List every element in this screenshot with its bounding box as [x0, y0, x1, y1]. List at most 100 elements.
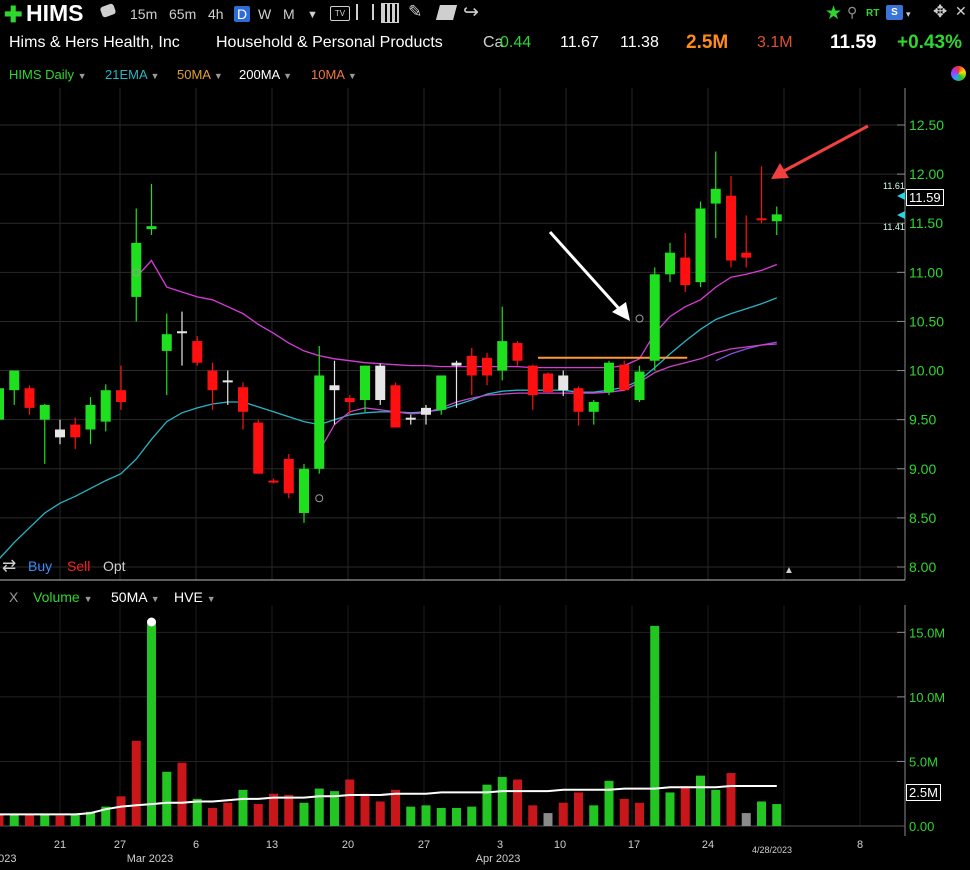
trade-arrows-icon[interactable]: ⇄: [2, 556, 16, 576]
volume-tick-label: 5.0M: [909, 754, 938, 769]
volume-study[interactable]: Volume ▼: [33, 589, 93, 605]
volume-bar: [497, 776, 507, 826]
volume-ma-label: 50MA: [111, 589, 147, 605]
options-button[interactable]: Opt: [103, 558, 126, 574]
candle-body: [680, 257, 691, 286]
volume-bar: [238, 789, 248, 826]
date-tick-label: 24: [702, 839, 714, 851]
candle-body: [436, 375, 447, 410]
volume-bar: [604, 780, 614, 826]
volume-bar: [467, 806, 477, 826]
candle-body: [634, 371, 645, 401]
volume-bar: [55, 815, 65, 826]
volume-bar: [772, 804, 782, 826]
date-tick-label: 10: [554, 839, 566, 851]
volume-bar: [528, 805, 538, 826]
price-grid: [0, 88, 905, 580]
volume-bar: [25, 814, 34, 826]
candle-body: [39, 404, 50, 420]
date-tick-label: Apr 2023: [476, 853, 521, 865]
remove-volume-icon[interactable]: X: [9, 589, 18, 605]
price-tick-label: 12.00: [909, 166, 944, 182]
volume-bar: [116, 796, 126, 826]
volume-bar: [482, 784, 492, 826]
date-tick-label: 27: [114, 839, 126, 851]
volume-tick-label: 15.0M: [909, 625, 945, 640]
candle-body: [299, 468, 309, 513]
volume-bar: [131, 740, 141, 826]
volume-bar: [208, 807, 217, 826]
candle-body: [283, 458, 294, 494]
collapse-pane-icon[interactable]: ▲: [784, 565, 794, 576]
hve-dropdown-icon[interactable]: ▼: [207, 594, 216, 604]
candle-body: [85, 404, 96, 430]
volume-bar: [314, 788, 324, 826]
candle-body: [131, 242, 142, 297]
date-tick-label: 13: [266, 839, 278, 851]
volume-study-dropdown-icon[interactable]: ▼: [84, 594, 93, 604]
price-tick-label: 12.50: [909, 117, 944, 133]
candle-body: [451, 362, 462, 366]
volume-bar: [741, 813, 751, 826]
price-tick-label: 8.50: [909, 510, 936, 526]
volume-ma-study[interactable]: 50MA ▼: [111, 589, 160, 605]
candle-body: [344, 398, 355, 402]
candle-body: [421, 407, 431, 415]
chart-canvas: 12.50 12.00 11.50 11.00 10.50 10.00 9.50 9.00 8.…: [0, 88, 945, 865]
volume-bar: [70, 814, 80, 826]
candle-body: [390, 385, 401, 428]
volume-bar: [284, 795, 294, 826]
candle-body: [360, 365, 370, 401]
candle-body: [9, 370, 20, 391]
date-tick-label: 6: [193, 839, 199, 851]
candle-body: [192, 341, 203, 363]
volume-bar: [665, 792, 675, 826]
price-tick-label: 8.00: [909, 559, 936, 575]
volume-bar: [406, 806, 416, 826]
candle-body: [665, 252, 675, 275]
candle-body: [497, 341, 508, 371]
candle-body: [207, 370, 218, 391]
date-axis: 20232127Mar 202361320273Apr 20231017244/…: [0, 839, 863, 865]
candle-body: [375, 365, 386, 401]
volume-bar: [513, 779, 522, 826]
date-tick-label: Mar 2023: [127, 853, 173, 865]
volume-bars: [0, 617, 782, 826]
hve-study[interactable]: HVE ▼: [174, 589, 216, 605]
date-tick-label: 4/28/2023: [752, 845, 792, 855]
volume-peak-marker: [147, 617, 156, 627]
volume-bar: [680, 785, 690, 826]
date-tick-label: 21: [54, 839, 66, 851]
candle-body: [116, 390, 126, 402]
sell-button[interactable]: Sell: [67, 558, 90, 574]
volume-bar: [543, 813, 553, 826]
volume-bar: [635, 802, 644, 826]
candle-body: [771, 214, 782, 222]
candle-body: [405, 417, 416, 420]
candlesticks: [0, 151, 782, 523]
moving-average-lines: [0, 259, 778, 559]
date-tick-label: 8: [857, 839, 863, 851]
candle-body: [695, 208, 706, 283]
volume-bar: [223, 802, 233, 826]
volume-bar: [40, 814, 50, 826]
date-tick-label: 20: [342, 839, 354, 851]
volume-bar: [9, 814, 19, 826]
candle-body: [314, 375, 325, 469]
volume-bar: [650, 625, 660, 826]
volume-bar: [375, 801, 385, 826]
candle-body: [512, 343, 523, 361]
candle-body: [756, 218, 767, 221]
volume-bar: [162, 771, 172, 826]
volume-price-tag: 2.5M: [906, 784, 941, 801]
candle-body: [146, 226, 157, 230]
volume-bar: [0, 814, 4, 826]
volume-ma-dropdown-icon[interactable]: ▼: [151, 594, 160, 604]
volume-bar: [147, 622, 156, 826]
candle-body: [543, 373, 553, 393]
buy-button[interactable]: Buy: [28, 558, 52, 574]
volume-bar: [452, 807, 461, 826]
candle-body: [55, 429, 65, 438]
volume-bar: [345, 779, 355, 826]
volume-bar: [558, 802, 568, 826]
